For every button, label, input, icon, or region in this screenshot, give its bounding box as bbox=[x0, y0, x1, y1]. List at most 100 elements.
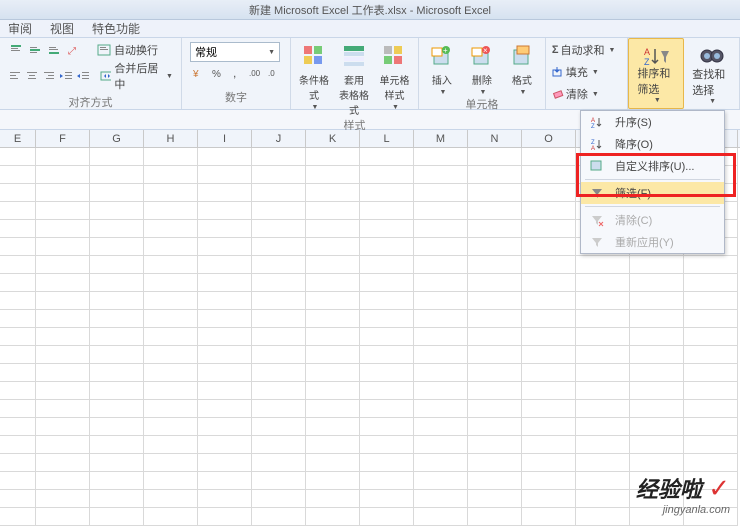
cell[interactable] bbox=[306, 418, 360, 436]
cell[interactable] bbox=[630, 310, 684, 328]
cell[interactable] bbox=[360, 490, 414, 508]
cell[interactable] bbox=[306, 400, 360, 418]
cell[interactable] bbox=[144, 184, 198, 202]
cell[interactable] bbox=[198, 328, 252, 346]
cell[interactable] bbox=[36, 508, 90, 526]
cell[interactable] bbox=[522, 472, 576, 490]
cell[interactable] bbox=[306, 328, 360, 346]
cell[interactable] bbox=[576, 256, 630, 274]
cell[interactable] bbox=[576, 310, 630, 328]
autosum-button[interactable]: Σ 自动求和 ▼ bbox=[552, 42, 621, 58]
cell[interactable] bbox=[414, 220, 468, 238]
cell[interactable] bbox=[522, 310, 576, 328]
cell[interactable] bbox=[0, 346, 36, 364]
col-header[interactable]: L bbox=[360, 130, 414, 147]
cell[interactable] bbox=[144, 382, 198, 400]
cell[interactable] bbox=[144, 256, 198, 274]
cell[interactable] bbox=[414, 364, 468, 382]
menu-view[interactable]: 视图 bbox=[50, 20, 74, 37]
cell[interactable] bbox=[630, 292, 684, 310]
cell[interactable] bbox=[630, 382, 684, 400]
cell[interactable] bbox=[576, 400, 630, 418]
cell[interactable] bbox=[198, 310, 252, 328]
cell[interactable] bbox=[144, 202, 198, 220]
cell[interactable] bbox=[468, 472, 522, 490]
cell[interactable] bbox=[252, 184, 306, 202]
cell[interactable] bbox=[360, 436, 414, 454]
cell[interactable] bbox=[198, 148, 252, 166]
conditional-format-button[interactable]: 条件格式 ▼ bbox=[299, 42, 329, 117]
number-format-select[interactable]: 常规 ▼ bbox=[190, 42, 280, 62]
cell[interactable] bbox=[252, 508, 306, 526]
cell[interactable] bbox=[360, 274, 414, 292]
cell[interactable] bbox=[468, 328, 522, 346]
cell[interactable] bbox=[360, 328, 414, 346]
cell[interactable] bbox=[306, 292, 360, 310]
cell[interactable] bbox=[144, 364, 198, 382]
sort-asc-item[interactable]: AZ 升序(S) bbox=[581, 111, 724, 133]
cell[interactable] bbox=[252, 436, 306, 454]
format-button[interactable]: 格式 ▼ bbox=[507, 42, 537, 96]
align-left-icon[interactable] bbox=[8, 68, 22, 84]
cell[interactable] bbox=[36, 148, 90, 166]
cell[interactable] bbox=[306, 454, 360, 472]
cell[interactable] bbox=[306, 508, 360, 526]
cell[interactable] bbox=[576, 418, 630, 436]
cell[interactable] bbox=[198, 364, 252, 382]
cell[interactable] bbox=[306, 184, 360, 202]
cell[interactable] bbox=[522, 184, 576, 202]
cell[interactable] bbox=[198, 220, 252, 238]
cell[interactable] bbox=[0, 166, 36, 184]
delete-button[interactable]: × 删除 ▼ bbox=[467, 42, 497, 96]
align-top-icon[interactable] bbox=[8, 42, 24, 58]
cell[interactable] bbox=[468, 220, 522, 238]
find-select-button[interactable]: 查找和选择 ▼ bbox=[684, 38, 740, 109]
cell[interactable] bbox=[360, 454, 414, 472]
clear-button[interactable]: 清除 ▼ bbox=[552, 86, 621, 102]
cell[interactable] bbox=[522, 292, 576, 310]
cell[interactable] bbox=[414, 346, 468, 364]
cell[interactable] bbox=[522, 238, 576, 256]
cell[interactable] bbox=[306, 436, 360, 454]
cell[interactable] bbox=[630, 436, 684, 454]
cell[interactable] bbox=[414, 292, 468, 310]
cell[interactable] bbox=[198, 292, 252, 310]
decrease-decimal-icon[interactable]: .0 bbox=[266, 65, 282, 81]
cell[interactable] bbox=[414, 436, 468, 454]
fill-button[interactable]: 填充 ▼ bbox=[552, 64, 621, 80]
cell[interactable] bbox=[198, 400, 252, 418]
cell[interactable] bbox=[36, 328, 90, 346]
currency-icon[interactable]: ¥ bbox=[190, 65, 206, 81]
cell[interactable] bbox=[522, 400, 576, 418]
cell[interactable] bbox=[684, 310, 738, 328]
cell[interactable] bbox=[144, 508, 198, 526]
comma-icon[interactable]: , bbox=[228, 65, 244, 81]
cell[interactable] bbox=[360, 238, 414, 256]
cell[interactable] bbox=[36, 256, 90, 274]
cell[interactable] bbox=[198, 238, 252, 256]
cell[interactable] bbox=[144, 292, 198, 310]
cell[interactable] bbox=[414, 490, 468, 508]
cell[interactable] bbox=[414, 310, 468, 328]
cell[interactable] bbox=[576, 346, 630, 364]
cell[interactable] bbox=[198, 508, 252, 526]
cell[interactable] bbox=[522, 256, 576, 274]
cell[interactable] bbox=[630, 418, 684, 436]
col-header[interactable]: M bbox=[414, 130, 468, 147]
cell[interactable] bbox=[360, 166, 414, 184]
cell[interactable] bbox=[144, 274, 198, 292]
cell[interactable] bbox=[36, 472, 90, 490]
cell[interactable] bbox=[522, 436, 576, 454]
cell[interactable] bbox=[90, 220, 144, 238]
cell[interactable] bbox=[630, 364, 684, 382]
cell[interactable] bbox=[360, 508, 414, 526]
cell[interactable] bbox=[252, 490, 306, 508]
cell[interactable] bbox=[90, 310, 144, 328]
cell[interactable] bbox=[522, 202, 576, 220]
cell[interactable] bbox=[90, 274, 144, 292]
cell[interactable] bbox=[468, 148, 522, 166]
cell[interactable] bbox=[90, 490, 144, 508]
cell[interactable] bbox=[90, 436, 144, 454]
cell[interactable] bbox=[576, 472, 630, 490]
col-header[interactable]: K bbox=[306, 130, 360, 147]
